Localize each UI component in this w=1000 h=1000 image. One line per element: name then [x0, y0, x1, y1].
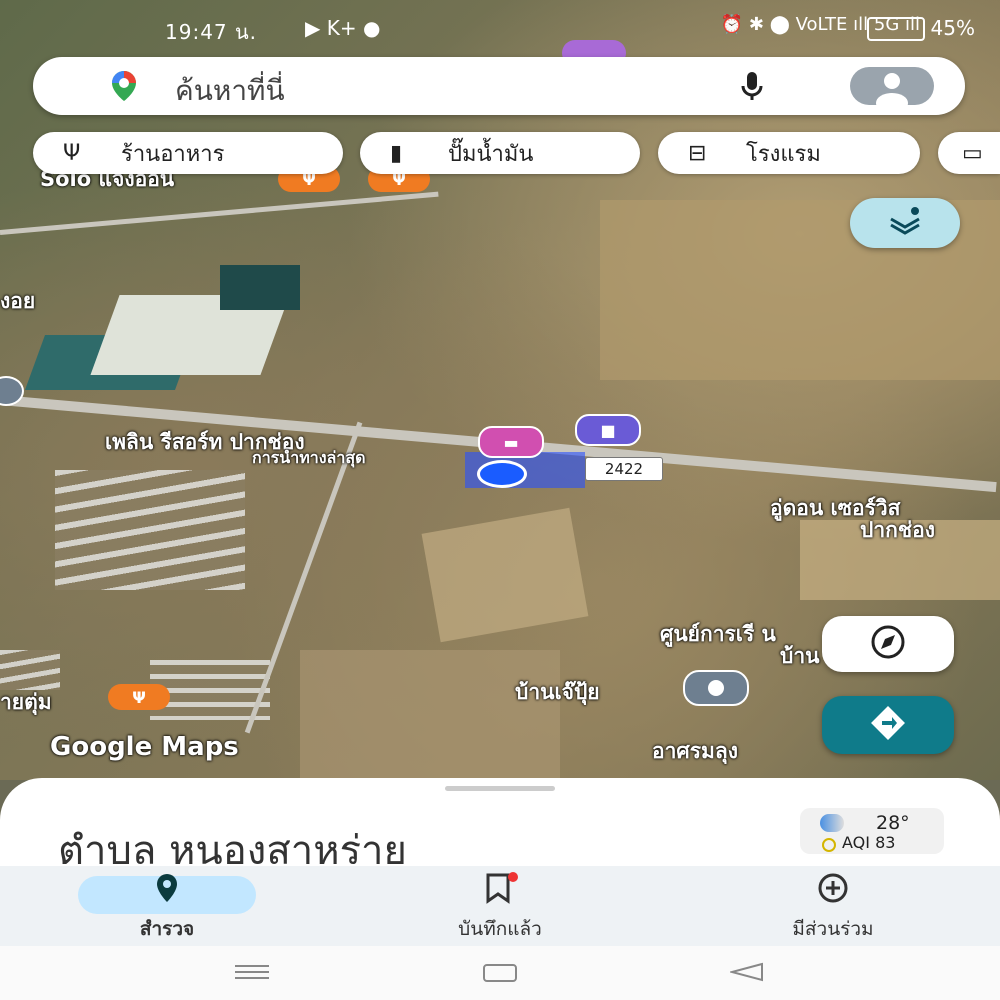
status-app-icons: ▶ K+ ● — [305, 16, 381, 40]
chip-label: ร้านอาหาร — [121, 141, 225, 167]
tab-label: มีส่วนร่วม — [792, 918, 874, 940]
map-label-left-2: ายตุ่ม — [0, 690, 52, 714]
tab-saved[interactable]: บันทึกแล้ว — [375, 866, 625, 946]
weather-widget[interactable]: 28° AQI 83 — [800, 808, 944, 854]
compass-icon — [870, 624, 906, 664]
aqi-dot-icon — [822, 838, 836, 852]
map-label-ashram[interactable]: อาศรมลุง — [652, 735, 738, 768]
google-maps-watermark: Google Maps — [50, 732, 239, 762]
tab-label: สำรวจ — [139, 918, 195, 940]
recent-apps-icon[interactable] — [235, 964, 269, 984]
restaurant-icon: Ψ — [132, 687, 146, 707]
hotel-pin[interactable]: ▬ — [478, 426, 544, 458]
chip-restaurants[interactable]: Ψ ร้านอาหาร — [33, 132, 343, 174]
gas-station-pin[interactable]: ■ — [575, 414, 641, 446]
tab-label: บันทึกแล้ว — [458, 918, 542, 940]
pond — [220, 265, 300, 310]
tab-explore[interactable]: สำรวจ — [42, 866, 292, 946]
battery-percent: 45% — [930, 16, 975, 40]
restaurant-pin[interactable]: Ψ — [108, 684, 170, 710]
chip-more[interactable]: ▭ — [938, 132, 1000, 174]
place-pin[interactable] — [683, 670, 749, 706]
tab-contribute[interactable]: มีส่วนร่วม — [708, 866, 958, 946]
gas-station-icon: ■ — [600, 420, 616, 440]
layers-icon — [885, 205, 925, 241]
location-pin-icon — [156, 873, 178, 907]
current-location-dot[interactable] — [477, 460, 527, 488]
chip-gas-stations[interactable]: ▮ ปั๊มน้ำมัน — [360, 132, 640, 174]
bottom-navigation: สำรวจ บันทึกแล้ว มีส่วนร่วม — [0, 866, 1000, 946]
road-number-shield: 2422 — [585, 457, 663, 481]
bookmark-icon — [480, 872, 520, 908]
weather-aqi: AQI 83 — [842, 833, 896, 852]
back-icon[interactable] — [728, 962, 764, 986]
dot-icon — [708, 680, 724, 696]
weather-cloud-icon — [820, 814, 844, 832]
search-bar[interactable]: ค้นหาที่นี่ — [33, 57, 965, 115]
weather-temp: 28° — [876, 812, 910, 834]
chip-label: โรงแรม — [746, 141, 821, 167]
google-maps-logo-icon — [107, 69, 141, 107]
map-label-recent[interactable]: การนำทางล่าสุด — [252, 446, 365, 471]
map-label-baan-jao[interactable]: บ้านเจ๊ปุ้ย — [515, 676, 600, 709]
restaurant-icon: Ψ — [63, 140, 81, 166]
add-circle-icon — [818, 873, 848, 907]
directions-button[interactable] — [822, 696, 954, 754]
gas-station-icon: ▮ — [390, 140, 403, 166]
status-time: 19:47 น. — [165, 20, 258, 44]
sheet-title: ตำบล หนองสาหร่าย — [58, 828, 407, 864]
search-input[interactable]: ค้นหาที่นี่ — [175, 69, 285, 113]
chip-label: ปั๊มน้ำมัน — [448, 141, 534, 167]
avatar[interactable] — [850, 67, 934, 105]
housing-area — [0, 650, 60, 690]
battery-icon — [867, 17, 925, 41]
map-label-left: งอย — [0, 289, 36, 313]
home-icon[interactable] — [483, 964, 517, 986]
hotel-icon: ⊟ — [688, 140, 707, 166]
status-bar: 19:47 น. ▶ K+ ● ⏰ ✱ ⬤ VoLTE ıll 5G ıll 4… — [0, 0, 1000, 56]
side-road — [0, 191, 439, 235]
sheet-drag-handle[interactable] — [445, 786, 555, 791]
more-chip-icon: ▭ — [962, 140, 983, 166]
microphone-icon[interactable] — [738, 70, 766, 106]
hotel-icon: ▬ — [503, 432, 519, 452]
layers-button[interactable] — [850, 198, 960, 248]
chip-hotels[interactable]: ⊟ โรงแรม — [658, 132, 920, 174]
system-navigation-bar — [0, 946, 1000, 1000]
compass-button[interactable] — [822, 616, 954, 672]
map-label-oodon-2[interactable]: ปากช่อง — [860, 514, 935, 547]
housing-area — [55, 470, 245, 590]
map-label-center[interactable]: ศูนย์การเรี น — [660, 618, 776, 651]
directions-icon — [870, 705, 906, 745]
